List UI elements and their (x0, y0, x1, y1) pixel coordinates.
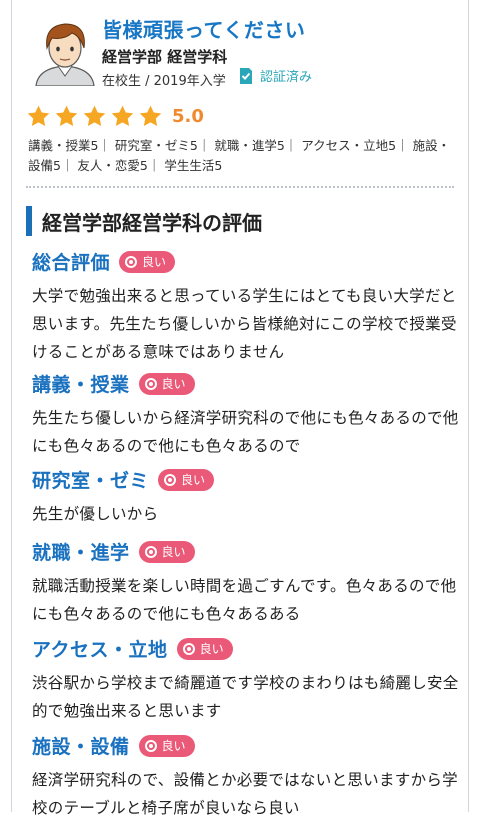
section-title: 経営学部経営学科の評価 (42, 210, 262, 235)
badge-label: 良い (161, 739, 186, 753)
good-badge: 良い (158, 468, 215, 491)
section-accent-bar (26, 206, 32, 236)
dotted-divider (26, 186, 454, 188)
star-icon (138, 104, 166, 129)
target-icon (144, 739, 157, 752)
target-icon (125, 255, 138, 268)
review-item-title: 就職・進学 (32, 542, 130, 564)
review-item-overall: 総合評価 良い 大学で勉強出来ると思っている学生にはとても良い大学だと思います。… (32, 248, 462, 366)
good-badge: 良い (176, 637, 233, 660)
rating-value: 5.0 (172, 106, 204, 127)
review-item-title: 総合評価 (32, 252, 111, 274)
review-item-facilities: 施設・設備 良い 経済学研究科ので、設備とか必要ではないと思いますから学校のテー… (32, 732, 462, 822)
review-item-title: 施設・設備 (32, 736, 130, 758)
badge-label: 良い (199, 642, 224, 656)
review-item-career: 就職・進学 良い 就職活動授業を楽しい時間を過ごすんです。色々あるので他にも色々… (32, 538, 462, 628)
review-author-title: 皆様頑張ってください (102, 18, 306, 42)
review-item-body: 就職活動授業を楽しい時間を過ごすんです。色々あるので他にも色々あるので他にも色々… (32, 577, 457, 623)
avatar (30, 16, 100, 87)
review-item-body: 先生たち優しいから経済学研究科ので他にも色々あるので他にも色々あるので他にも色々… (32, 409, 459, 455)
review-item-lectures: 講義・授業 良い 先生たち優しいから経済学研究科ので他にも色々あるので他にも色々… (32, 370, 462, 460)
badge-label: 良い (161, 545, 186, 559)
good-badge: 良い (119, 250, 176, 273)
target-icon (144, 545, 157, 558)
badge-label: 良い (142, 255, 167, 269)
department-label: 経営学部 経営学科 (102, 48, 228, 66)
star-icon (26, 104, 54, 129)
good-badge: 良い (138, 540, 195, 563)
review-item-title: アクセス・立地 (32, 639, 168, 661)
review-item-title: 研究室・ゼミ (32, 470, 150, 492)
review-item-body: 渋谷駅から学校まで綺麗道です学校のまわりはも綺麗し安全的で勉強出来ると思います (32, 674, 459, 720)
star-icon (54, 104, 82, 129)
review-item-body: 経済学研究科ので、設備とか必要ではないと思いますから学校のテーブルと椅子席が良い… (32, 771, 458, 817)
review-item-title: 講義・授業 (32, 374, 130, 396)
star-icon (110, 104, 138, 129)
review-item-seminar: 研究室・ゼミ 良い 先生が優しいから (32, 466, 462, 528)
target-icon (182, 642, 195, 655)
star-icon (82, 104, 110, 129)
review-item-body: 大学で勉強出来ると思っている学生にはとても良い大学だと思います。先生たち優しいか… (32, 287, 457, 361)
verified-icon (238, 67, 254, 85)
review-item-access: アクセス・立地 良い 渋谷駅から学校まで綺麗道です学校のまわりはも綺麗し安全的で… (32, 635, 462, 725)
section-heading: 経営学部経営学科の評価 (26, 206, 262, 236)
category-scores: 講義・授業5｜ 研究室・ゼミ5｜ 就職・進学5｜ アクセス・立地5｜ 施設・設備… (28, 138, 451, 173)
rating-stars: 5.0 (26, 104, 204, 129)
good-badge: 良い (138, 734, 195, 757)
badge-label: 良い (161, 377, 186, 391)
target-icon (144, 377, 157, 390)
review-item-body: 先生が優しいから (32, 505, 159, 523)
verified-badge: 認証済み (238, 66, 312, 85)
good-badge: 良い (138, 372, 195, 395)
badge-label: 良い (181, 473, 206, 487)
review-card: 皆様頑張ってください 経営学部 経営学科 在校生 / 2019年入学 認証済み … (11, 0, 469, 817)
review-header: 皆様頑張ってください 経営学部 経営学科 在校生 / 2019年入学 認証済み … (12, 0, 468, 190)
avatar-illustration (35, 23, 95, 87)
verified-label: 認証済み (260, 70, 313, 85)
student-status: 在校生 / 2019年入学 (102, 74, 226, 89)
target-icon (164, 473, 177, 486)
